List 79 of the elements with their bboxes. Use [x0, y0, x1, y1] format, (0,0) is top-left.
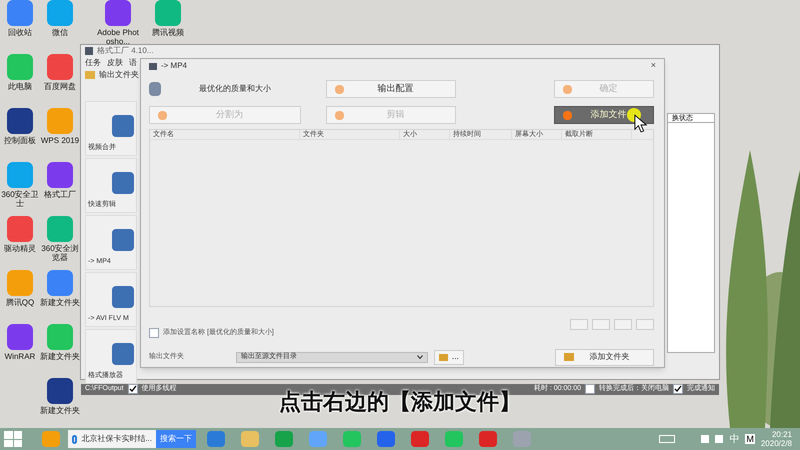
windows-start-icon[interactable] — [4, 431, 22, 447]
button-icon — [563, 110, 572, 120]
browser-icon — [72, 434, 78, 444]
icon-label: 腾讯QQ — [4, 298, 36, 307]
profile-icon — [149, 82, 161, 96]
checkbox[interactable] — [673, 384, 683, 394]
taskbar-app-icon[interactable] — [241, 431, 259, 447]
search-button[interactable]: 搜索一下 — [156, 430, 196, 448]
dialog-button[interactable]: 添加文件 — [554, 106, 654, 124]
icon-label: 控制面板 — [3, 136, 37, 145]
button-icon — [158, 110, 167, 120]
taskbar-app-icon[interactable] — [479, 431, 497, 447]
icon-label: 百度网盘 — [43, 82, 77, 91]
toolbar-icon[interactable] — [592, 319, 610, 330]
output-folder-button[interactable]: 输出文件夹 — [99, 69, 139, 81]
icon-label: 回收站 — [7, 28, 33, 37]
taskbar-app-icon[interactable] — [343, 431, 361, 447]
sidebar-item-icon — [112, 172, 134, 194]
sidebar-item-icon — [112, 286, 134, 308]
menu-item[interactable]: 任务 — [85, 57, 101, 69]
dialog-button[interactable]: 输出配置 — [326, 80, 456, 98]
taskbar-app-icon[interactable] — [275, 431, 293, 447]
icon-label: 新建文件夹 — [40, 406, 80, 415]
mouse-cursor-icon — [634, 114, 648, 134]
taskbar-app-icon[interactable] — [207, 431, 225, 447]
checkbox[interactable] — [149, 328, 159, 338]
icon-label: Adobe Photosho... — [96, 28, 140, 46]
window-title: 格式工厂 4.10... — [97, 45, 154, 57]
chevron-icon — [417, 355, 423, 359]
taskbar-app-icon[interactable] — [445, 431, 463, 447]
taskbar-app-icon[interactable] — [513, 431, 531, 447]
browse-button[interactable]: ... — [434, 350, 464, 364]
ime-mode[interactable]: M — [745, 434, 755, 444]
add-folder-button[interactable]: 添加文件夹 — [555, 348, 654, 366]
menu-item[interactable]: 皮肤 — [107, 57, 123, 69]
network-icon[interactable] — [701, 435, 710, 443]
menu-item[interactable]: 语 — [129, 57, 137, 69]
toolbar-icon[interactable] — [636, 319, 654, 330]
volume-icon[interactable] — [715, 435, 724, 443]
icon-label: WinRAR — [4, 352, 36, 361]
sidebar-item-icon — [112, 228, 134, 250]
browser-search-field[interactable]: 北京社保卡实时结... — [68, 430, 156, 448]
icon-label: 格式工厂 — [43, 190, 77, 199]
icon-label: 360安全卫士 — [0, 190, 40, 208]
icon-label: 腾讯视频 — [151, 28, 185, 37]
taskbar-app-icon[interactable] — [377, 431, 395, 447]
button-icon — [335, 110, 344, 120]
app-logo-icon — [85, 47, 93, 55]
taskbar-app-icon[interactable] — [411, 431, 429, 447]
icon-label: WPS 2019 — [40, 136, 80, 145]
icon-label: 微信 — [51, 28, 69, 37]
taskbar-app-icon[interactable] — [309, 431, 327, 447]
icon-label: 驱动精灵 — [3, 244, 37, 253]
folder-icon — [439, 354, 448, 360]
icon-label: 新建文件夹 — [40, 352, 80, 361]
folder-icon — [85, 71, 95, 79]
toolbar-icon[interactable] — [614, 319, 632, 330]
app-icon[interactable] — [7, 108, 33, 134]
video-caption: 点击右边的【添加文件】 — [279, 390, 521, 416]
icon-label: 360安全浏览器 — [40, 244, 80, 262]
icon-label: 新建文件夹 — [40, 298, 80, 307]
sidebar-item-icon — [112, 114, 134, 136]
keyboard-icon[interactable] — [659, 435, 676, 443]
toolbar-icon[interactable] — [570, 319, 588, 330]
app-logo-icon — [149, 62, 157, 70]
app-icon[interactable] — [105, 0, 131, 26]
close-button[interactable]: × — [650, 59, 656, 73]
checkbox[interactable] — [128, 384, 138, 394]
button-icon — [563, 84, 572, 94]
app-icon[interactable] — [47, 162, 73, 188]
app-icon[interactable] — [7, 324, 33, 350]
folder-icon — [564, 353, 574, 361]
icon-label: 此电脑 — [7, 82, 33, 91]
checkbox[interactable] — [585, 384, 595, 394]
button-icon — [335, 84, 344, 94]
profile-label: 最优化的质量和大小 — [198, 83, 272, 95]
dialog-title: -> MP4 — [161, 60, 188, 72]
app-icon[interactable] — [47, 378, 73, 404]
sidebar-item-icon — [112, 342, 134, 364]
